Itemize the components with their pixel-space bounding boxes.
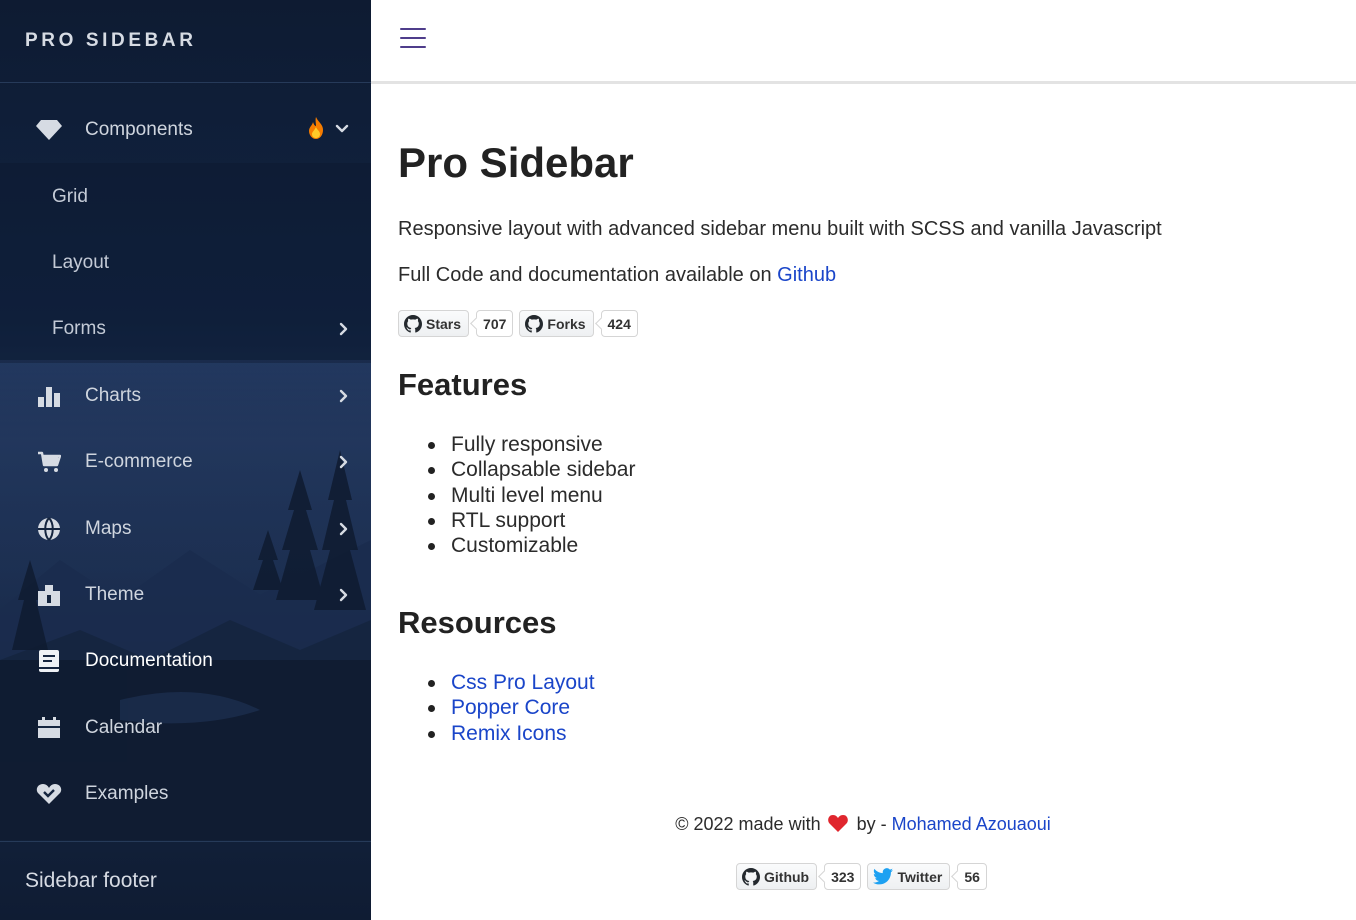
- twitter-follow-count[interactable]: 56: [957, 863, 987, 890]
- diamond-icon: [34, 115, 64, 145]
- sidebar-item-label: E-commerce: [85, 451, 193, 473]
- sidebar-item-label: Documentation: [85, 650, 213, 672]
- features-heading: Features: [398, 367, 528, 402]
- calendar-icon: [34, 713, 64, 743]
- forks-button[interactable]: Forks: [519, 310, 594, 337]
- github-follow-count[interactable]: 323: [824, 863, 862, 890]
- sidebar-item-calendar[interactable]: Calendar: [0, 695, 371, 761]
- globe-icon: [34, 514, 64, 544]
- sidebar: PRO SIDEBAR Components Grid Layout Forms…: [0, 0, 371, 920]
- sidebar-item-label: Layout: [52, 251, 110, 273]
- heart-icon: [827, 814, 848, 837]
- page-footer-credit: © 2022 made with by - Mohamed Azouaoui: [398, 814, 1328, 837]
- author-link[interactable]: Mohamed Azouaoui: [892, 814, 1051, 834]
- list-item: Multi level menu: [427, 483, 635, 508]
- twitter-icon: [873, 868, 894, 885]
- sidebar-item-label: Charts: [85, 384, 141, 406]
- sidebar-item-ecommerce[interactable]: E-commerce: [0, 429, 371, 495]
- stars-button[interactable]: Stars: [398, 310, 470, 337]
- chevron-right-icon: [339, 389, 349, 403]
- code-availability-text: Full Code and documentation available on…: [398, 264, 836, 287]
- service-heart-icon: [34, 779, 64, 809]
- code-availability-prefix: Full Code and documentation available on: [398, 264, 778, 286]
- components-submenu: Grid Layout Forms: [0, 163, 371, 363]
- footer-by: by -: [856, 814, 892, 834]
- sidebar-menu: Components Grid Layout Forms Charts E-co…: [0, 97, 371, 827]
- fire-icon: [307, 116, 325, 144]
- github-link[interactable]: Github: [777, 264, 836, 286]
- chevron-right-icon: [339, 322, 349, 336]
- resource-link[interactable]: Remix Icons: [451, 722, 567, 745]
- sidebar-item-label: Forms: [52, 318, 106, 340]
- sidebar-item-examples[interactable]: Examples: [0, 761, 371, 827]
- github-follow-button[interactable]: Github: [736, 863, 818, 890]
- shopping-cart-icon: [34, 447, 64, 477]
- sidebar-footer: Sidebar footer: [0, 841, 371, 920]
- sidebar-item-charts[interactable]: Charts: [0, 363, 371, 429]
- chevron-right-icon: [339, 588, 349, 602]
- forks-count[interactable]: 424: [600, 310, 638, 337]
- chevron-down-icon: [335, 121, 349, 139]
- sidebar-item-label: Components: [85, 119, 193, 141]
- book-icon: [34, 646, 64, 676]
- sidebar-item-layout[interactable]: Layout: [0, 230, 371, 296]
- sidebar-item-forms[interactable]: Forms: [0, 296, 371, 362]
- resources-heading: Resources: [398, 605, 557, 640]
- sidebar-footer-text: Sidebar footer: [25, 869, 157, 892]
- stars-label: Stars: [426, 315, 462, 332]
- resource-link[interactable]: Css Pro Layout: [451, 671, 595, 694]
- resources-list: Css Pro Layout Popper Core Remix Icons: [427, 670, 595, 746]
- footer-prefix: © 2022 made with: [675, 814, 821, 834]
- brush-icon: [34, 580, 64, 610]
- resource-link[interactable]: Popper Core: [451, 696, 570, 719]
- features-list: Fully responsive Collapsable sidebar Mul…: [427, 432, 635, 558]
- sidebar-item-components[interactable]: Components: [0, 97, 371, 163]
- brand-logo-text: PRO SIDEBAR: [25, 30, 197, 51]
- sidebar-item-theme[interactable]: Theme: [0, 562, 371, 628]
- bar-chart-icon: [34, 381, 64, 411]
- github-follow-label: Github: [764, 868, 810, 885]
- stars-count[interactable]: 707: [476, 310, 514, 337]
- footer-badges: Github 323 Twitter 56: [736, 863, 993, 890]
- github-badges: Stars 707 Forks 424: [398, 310, 644, 337]
- sidebar-item-label: Theme: [85, 583, 145, 605]
- list-item: Collapsable sidebar: [427, 457, 635, 482]
- sidebar-item-maps[interactable]: Maps: [0, 495, 371, 561]
- sidebar-item-label: Examples: [85, 783, 169, 805]
- github-icon: [742, 867, 760, 886]
- topbar: [371, 0, 1356, 84]
- list-item: RTL support: [427, 508, 635, 533]
- list-item: Customizable: [427, 533, 635, 558]
- sidebar-item-grid[interactable]: Grid: [0, 163, 371, 229]
- sidebar-item-documentation[interactable]: Documentation: [0, 628, 371, 694]
- forks-label: Forks: [547, 315, 586, 332]
- github-icon: [404, 314, 422, 333]
- sidebar-item-label: Grid: [52, 185, 88, 207]
- page-title: Pro Sidebar: [398, 139, 634, 186]
- hamburger-icon[interactable]: [400, 25, 426, 49]
- sidebar-header: PRO SIDEBAR: [0, 0, 371, 83]
- list-item: Fully responsive: [427, 432, 635, 457]
- page-description: Responsive layout with advanced sidebar …: [398, 218, 1162, 240]
- chevron-right-icon: [339, 522, 349, 536]
- sidebar-item-label: Maps: [85, 517, 132, 539]
- twitter-follow-label: Twitter: [897, 868, 943, 885]
- github-icon: [525, 314, 544, 333]
- sidebar-item-label: Calendar: [85, 716, 163, 738]
- twitter-follow-button[interactable]: Twitter: [867, 863, 951, 890]
- chevron-right-icon: [339, 455, 349, 469]
